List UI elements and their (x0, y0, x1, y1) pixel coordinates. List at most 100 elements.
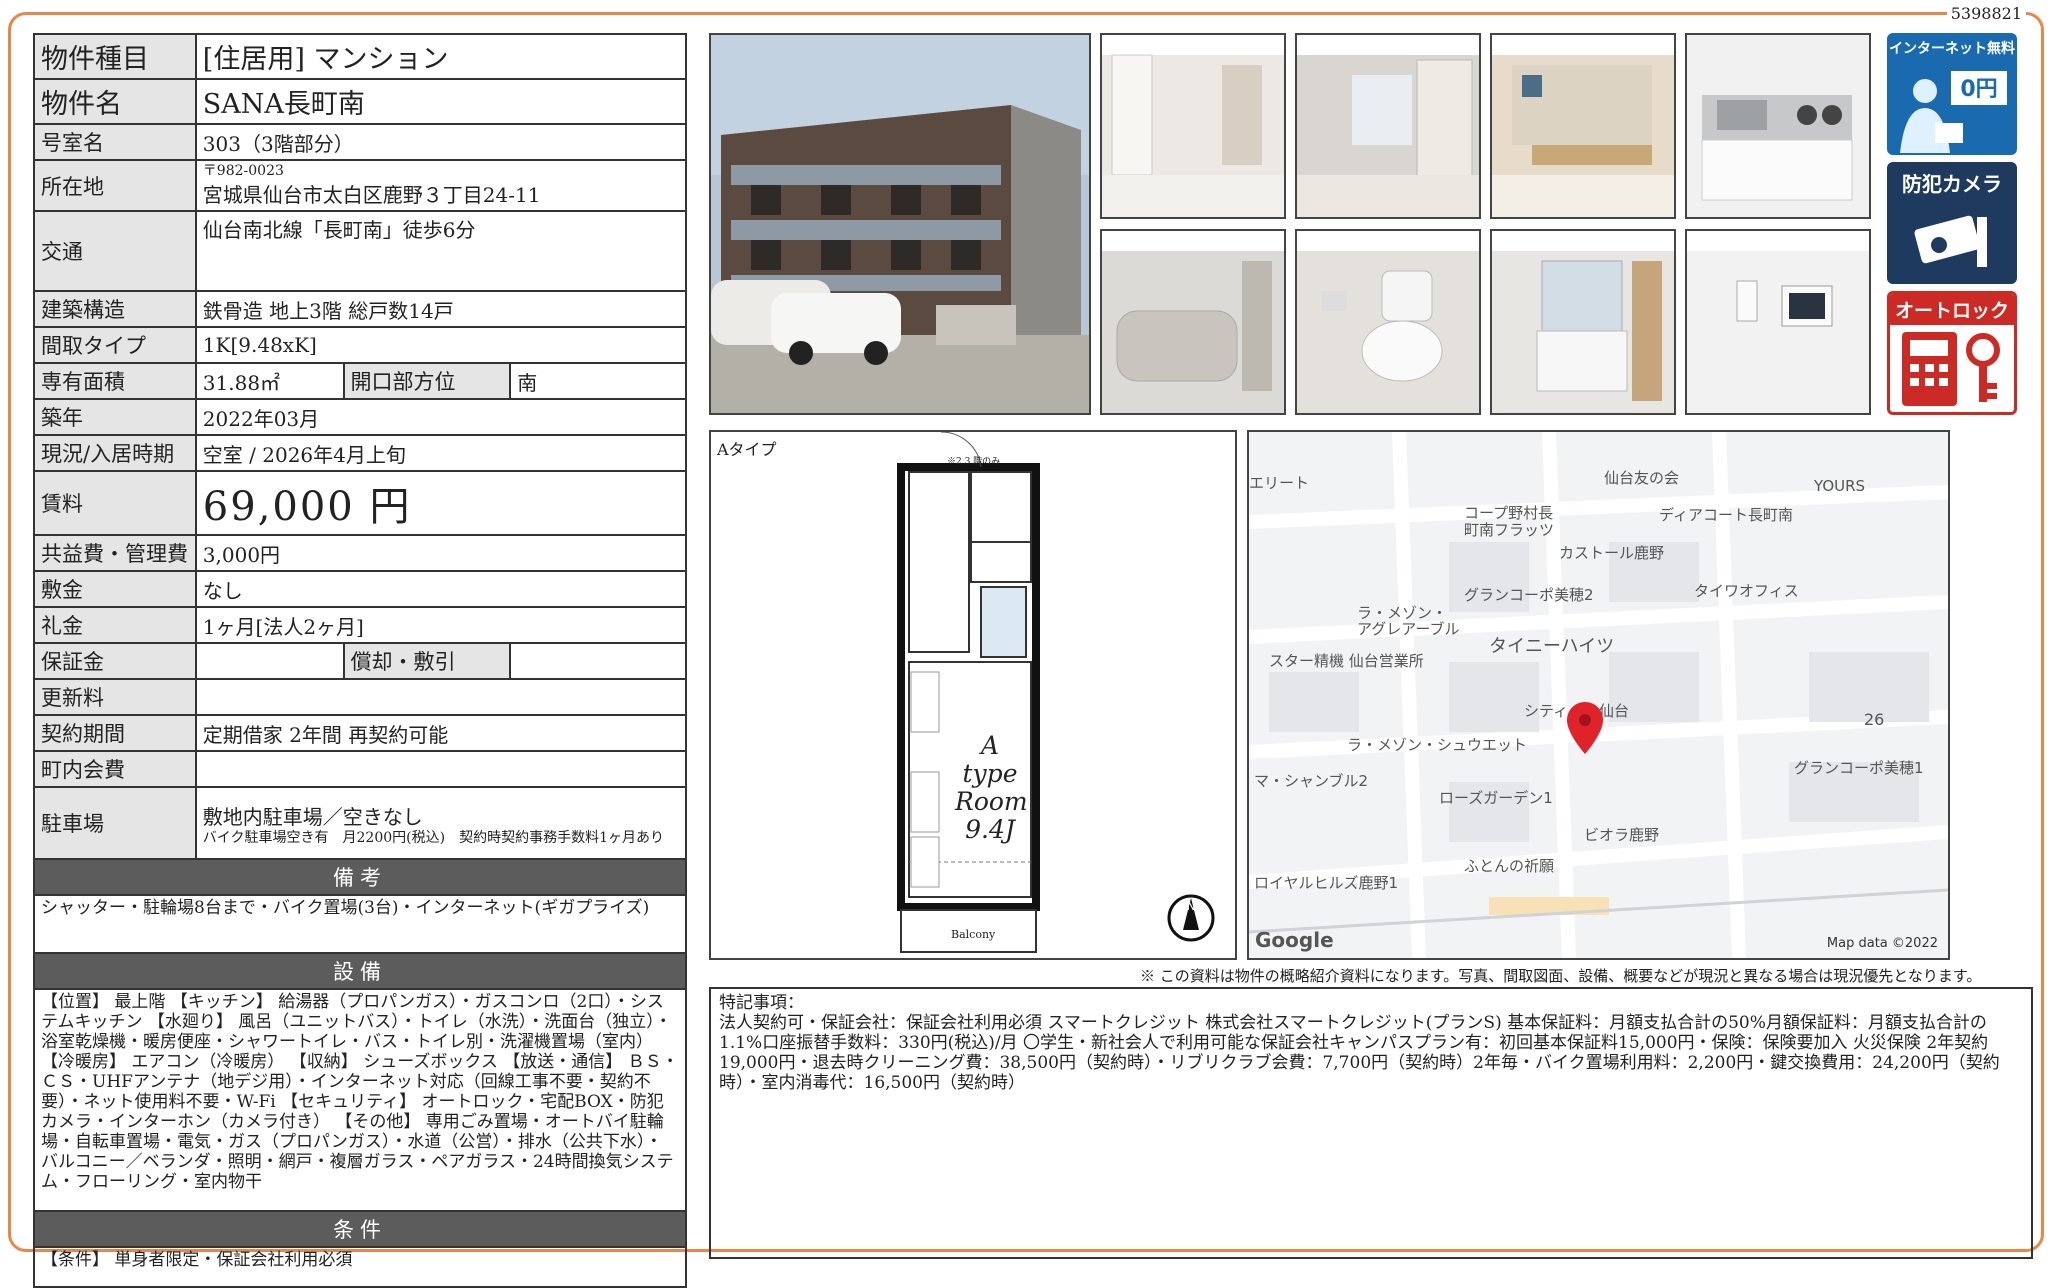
transit-label: 交通 (33, 210, 197, 292)
location-map[interactable]: エリート 仙台友の会 YOURS コープ野村長 町南フラッツ ディアコート長町南… (1247, 430, 1950, 960)
map-label-4: 町南フラッツ (1464, 521, 1555, 539)
map-label-12: スター精機 仙台営業所 (1269, 652, 1424, 670)
map-label-11: タイニーハイツ (1489, 636, 1615, 657)
interior-photo-entrance (1490, 33, 1676, 219)
renewal-value (194, 678, 688, 716)
map-label-19: ローズガーデン1 (1439, 789, 1553, 807)
address-value: 宮城県仙台市太白区鹿野３丁目24-11 (202, 183, 541, 207)
map-label-15: 26 (1864, 710, 1885, 729)
room-label: A type Room 9.4J (955, 731, 1028, 844)
svg-text:N: N (1187, 899, 1196, 913)
property-info-table: 物件種目 [住居用] マンション 物件名 SANA長町南 号室名 303（3階部分） … (33, 33, 688, 1288)
document-id: 5398821 (1946, 4, 2026, 23)
person-icon (1900, 79, 1963, 153)
map-label-10: アグレアーブル (1357, 620, 1460, 638)
type-value: [住居用] マンション (194, 33, 688, 80)
map-label-21: ふとんの祈願 (1464, 857, 1555, 875)
map-label-6: カストール鹿野 (1559, 544, 1665, 562)
rent-value: 69,000 円 (194, 470, 688, 536)
fee-label: 共益費・管理費 (33, 534, 197, 572)
balcony-label: Balcony (951, 928, 996, 941)
floor-plan-note: ※2,3 階のみ (947, 457, 1001, 467)
room-label-line1: A type (962, 731, 1018, 788)
map-label-13: シティ (1524, 702, 1569, 720)
interior-photo-room (1100, 33, 1286, 219)
conditions-body: 【条件】 単身者限定・保証会社利用必須 (33, 1246, 687, 1288)
camera-icon (1914, 215, 1987, 267)
autolock-text: オートロック (1890, 294, 2014, 325)
map-label-14: 仙台 (1599, 702, 1630, 720)
room-label-line3: 9.4J (965, 815, 1015, 844)
security-camera-text: 防犯カメラ (1902, 172, 2002, 196)
interior-photo-washroom (1490, 229, 1676, 415)
remarks-body: シャッター・駐輪場8台まで・バイク置場(3台)・インターネット(ギガプライズ) (33, 894, 687, 954)
autolock-badge: オートロック (1887, 291, 2017, 415)
zip-code: 〒982-0023 (202, 163, 284, 179)
floor-plan-drawing: N (897, 432, 1215, 953)
interior-photo-bath (1100, 229, 1286, 415)
rent-label: 賃料 (33, 470, 197, 536)
address-label: 所在地 (33, 159, 197, 212)
disclaimer-note: ※ この資料は物件の概略紹介資料になります。写真、間取図面、設備、概要などが現況… (1140, 967, 1982, 985)
deposit-label: 敷金 (33, 570, 197, 608)
key-money-value: 1ヶ月[法人2ヶ月] (194, 606, 688, 644)
map-label-1: 仙台友の会 (1604, 469, 1680, 487)
location-pin-icon (1567, 702, 1603, 754)
map-label-22: ロイヤルヒルズ鹿野1 (1254, 874, 1399, 892)
building-photo (709, 33, 1091, 415)
map-label-17: グランコーポ美穂1 (1794, 759, 1924, 777)
guarantee-label: 保証金 (33, 642, 197, 680)
interior-photo-living (1295, 33, 1481, 219)
direction-label: 開口部方位 (342, 362, 512, 400)
deposit-value: なし (194, 570, 688, 608)
built-value: 2022年03月 (194, 398, 688, 436)
parking-cell: 敷地内駐車場／空きなし バイク駐車場空き有 月2200円(税込) 契約時契約事務手… (194, 786, 688, 860)
interior-photo-toilet (1295, 229, 1481, 415)
association-label: 町内会費 (33, 750, 197, 788)
renewal-label: 更新料 (33, 678, 197, 716)
address-cell: 〒982-0023 宮城県仙台市太白区鹿野３丁目24-11 (194, 159, 688, 212)
internet-free-text: インターネット無料 (1889, 41, 2015, 57)
fee-value: 3,000円 (194, 534, 688, 572)
special-notes-box: 特記事項： 法人契約可・保証会社：保証会社利用必須 スマートクレジット 株式会社… (709, 987, 2033, 1259)
parking-note: バイク駐車場空き有 月2200円(税込) 契約時契約事務手数料1ヶ月あり (202, 829, 664, 846)
structure-value: 鉄骨造 地上3階 総戸数14戸 (194, 290, 688, 328)
key-money-label: 礼金 (33, 606, 197, 644)
security-camera-badge: 防犯カメラ (1887, 162, 2017, 284)
status-label: 現況/入居時期 (33, 434, 197, 472)
amortization-label: 償却・敷引 (342, 642, 512, 680)
interior-photo-intercom (1685, 229, 1871, 415)
internet-free-badge: インターネット無料 0円 (1887, 33, 2017, 155)
association-value (194, 750, 688, 788)
area-label: 専有面積 (33, 362, 197, 400)
layout-label: 間取タイプ (33, 326, 197, 364)
interior-photo-kitchen (1685, 33, 1871, 219)
name-value: SANA長町南 (194, 78, 688, 125)
map-label-20: ビオラ鹿野 (1584, 826, 1660, 844)
guarantee-value (194, 642, 345, 680)
remarks-header: 備考 (33, 858, 687, 896)
equipment-body: 【位置】 最上階 【キッチン】 給湯器（プロパンガス）・ガスコンロ（2口）・シス… (33, 988, 687, 1212)
map-label-7: グランコーポ美穂2 (1464, 586, 1594, 604)
room-value: 303（3階部分） (194, 123, 688, 161)
map-label-18: マ・シャンブル2 (1254, 772, 1369, 790)
contract-label: 契約期間 (33, 714, 197, 752)
map-label-8: タイワオフィス (1694, 582, 1799, 600)
room-label-line2: Room (955, 787, 1028, 816)
structure-label: 建築構造 (33, 290, 197, 328)
name-label: 物件名 (33, 78, 197, 125)
area-value: 31.88㎡ (194, 362, 345, 400)
transit-value: 仙台南北線「長町南」徒歩6分 (194, 210, 688, 292)
layout-value: 1K[9.48xK] (194, 326, 688, 364)
direction-value: 南 (509, 362, 687, 400)
special-notes-body: 法人契約可・保証会社：保証会社利用必須 スマートクレジット 株式会社スマートクレ… (719, 1013, 2000, 1093)
amortization-value (509, 642, 687, 680)
parking-label: 駐車場 (33, 786, 197, 860)
map-label-5: ディアコート長町南 (1659, 506, 1793, 524)
status-value: 空室 / 2026年4月上旬 (194, 434, 688, 472)
floor-plan: Aタイプ N ※2,3 階のみ A type Room 9.4J Balcony (709, 430, 1237, 960)
lock-keypad-icon (1902, 332, 2000, 406)
equipment-header: 設備 (33, 952, 687, 990)
room-label: 号室名 (33, 123, 197, 161)
special-notes-title: 特記事項： (719, 993, 804, 1013)
